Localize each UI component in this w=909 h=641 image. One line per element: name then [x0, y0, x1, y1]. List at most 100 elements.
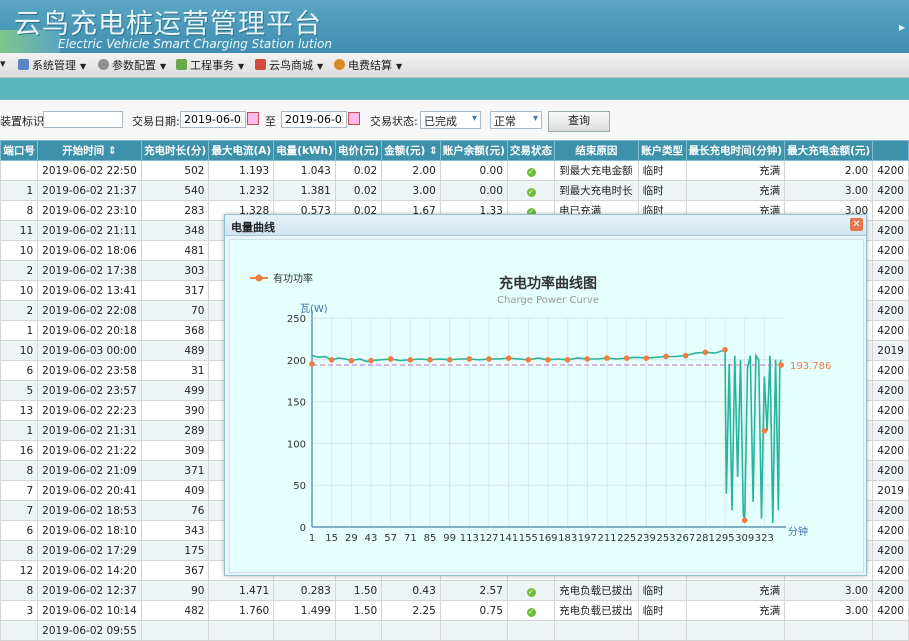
table-row[interactable]: 2019-06-02 09:55 — [0, 620, 909, 641]
table-row[interactable]: 2019-06-02 22:50 502 1.193 1.043 0.02 2.00 0.0… — [0, 160, 909, 181]
table-cell: 2.00 — [784, 160, 874, 181]
menu-params[interactable]: 参数配置 ▼ — [98, 57, 166, 73]
table-cell: 8 — [0, 580, 39, 601]
menu-label: 系统管理 — [32, 59, 76, 72]
query-button[interactable]: 查询 — [548, 111, 610, 132]
data-point — [778, 362, 784, 368]
chevron-down-icon: ▼ — [80, 62, 87, 71]
menu-bar: ▾ 系统管理 ▼ 参数配置 ▼ 工程事务 ▼ 云鸟商城 ▼ 电费结算 ▼ — [0, 53, 909, 78]
status-cell: ✓ — [506, 580, 556, 601]
cart-icon — [255, 59, 266, 70]
device-input[interactable] — [43, 111, 123, 128]
table-row[interactable]: 3 2019-06-02 10:14 482 1.760 1.499 1.50 2.25 0.… — [0, 600, 909, 621]
table-cell: 2019-06-02 18:10 — [37, 520, 142, 541]
data-point — [663, 353, 669, 360]
table-cell: 3 — [0, 600, 39, 621]
table-cell: 4200 — [872, 360, 909, 381]
table-cell: 0.75 — [439, 600, 508, 621]
table-cell: 31 — [140, 360, 210, 381]
table-cell: 0.00 — [439, 160, 508, 181]
normal-select[interactable]: 正常 ▾ — [490, 111, 542, 129]
table-cell: 4200 — [872, 220, 909, 241]
menu-engineering[interactable]: 工程事务 ▼ — [176, 57, 244, 73]
table-cell: 5 — [0, 380, 39, 401]
table-cell: 7 — [0, 500, 39, 521]
x-axis-label: 分钟 — [788, 525, 808, 538]
calendar-icon[interactable] — [348, 112, 360, 125]
column-header[interactable] — [872, 140, 909, 161]
x-tick-label: 57 — [384, 533, 397, 544]
status-select[interactable]: 已完成 ▾ — [420, 111, 481, 129]
table-cell: 2019-06-02 17:38 — [37, 260, 142, 281]
table-cell: 1.043 — [273, 160, 336, 181]
column-header[interactable]: 最大充电金额(元) — [784, 140, 874, 161]
table-cell: 2019 — [872, 480, 909, 501]
chevron-down-icon: ▾ — [471, 113, 477, 124]
table-cell: 0.02 — [334, 160, 383, 181]
x-tick-label: 141 — [499, 533, 518, 544]
y-tick-label: 50 — [293, 481, 306, 492]
column-header[interactable]: 充电时长(分) — [140, 140, 210, 161]
power-chart: 充电功率曲线图 Charge Power Curve 有功功率 0 50 100 150 20… — [250, 272, 831, 544]
table-cell: 90 — [140, 580, 210, 601]
tab-strip — [0, 78, 909, 100]
table-cell: 2.25 — [381, 600, 441, 621]
table-row[interactable]: 1 2019-06-02 21:37 540 1.232 1.381 0.02 3.00 0.… — [0, 180, 909, 201]
table-header-row: 端口号 开始时间 ⇕ 充电时长(分) 最大电流(A) 电量(kWh) 电价(元) 金额(元)… — [0, 140, 909, 161]
menu-label: 电费结算 — [348, 59, 392, 72]
y-tick-label: 200 — [287, 356, 306, 367]
column-header[interactable]: 金额(元) ⇕ — [381, 140, 441, 161]
column-header[interactable]: 账户余额(元) — [439, 140, 508, 161]
chevron-down-icon: ▼ — [317, 62, 324, 71]
x-tick-label: 15 — [325, 533, 338, 544]
menu-billing[interactable]: 电费结算 ▼ — [334, 57, 402, 73]
column-header[interactable]: 端口号 — [0, 140, 39, 161]
menu-caret-icon[interactable]: ▾ — [0, 57, 6, 70]
table-cell: 2019-06-02 20:41 — [37, 480, 142, 501]
column-header[interactable]: 账户类型 — [637, 140, 687, 161]
table-cell: 4200 — [872, 400, 909, 421]
app-header: 云鸟充电桩运营管理平台 Electric Vehicle Smart Charg… — [0, 0, 909, 53]
column-header[interactable]: 电量(kWh) — [273, 140, 336, 161]
table-row[interactable]: 8 2019-06-02 12:37 90 1.471 0.283 1.50 0.43 2.5… — [0, 580, 909, 601]
table-cell: 3.00 — [784, 180, 874, 201]
menu-system[interactable]: 系统管理 ▼ — [18, 57, 86, 73]
data-point — [486, 356, 492, 362]
table-cell — [381, 620, 441, 641]
menu-mall[interactable]: 云鸟商城 ▼ — [255, 57, 323, 73]
column-header[interactable]: 电价(元) — [334, 140, 383, 161]
x-tick-label: 253 — [656, 533, 675, 544]
x-tick-label: 309 — [735, 533, 754, 544]
table-cell: 0.43 — [381, 580, 441, 601]
table-cell: 303 — [140, 260, 210, 281]
date-to-input[interactable] — [281, 111, 347, 128]
column-header[interactable]: 交易状态 — [506, 140, 556, 161]
column-header[interactable]: 结束原因 — [554, 140, 639, 161]
system-icon — [18, 59, 29, 70]
header-more-icon[interactable]: ▸ — [899, 20, 905, 34]
table-cell: 充满 — [685, 160, 786, 181]
app-subtitle: Electric Vehicle Smart Charging Station … — [58, 37, 333, 51]
date-from-input[interactable] — [180, 111, 246, 128]
table-cell — [439, 620, 508, 641]
dialog-titlebar: 电量曲线 ✕ — [225, 215, 866, 236]
column-header[interactable]: 开始时间 ⇕ — [37, 140, 142, 161]
table-cell: 3.00 — [784, 600, 874, 621]
table-cell: 2 — [0, 300, 39, 321]
table-cell — [0, 620, 39, 641]
calendar-icon[interactable] — [247, 112, 259, 125]
table-cell: 368 — [140, 320, 210, 341]
table-cell: 343 — [140, 520, 210, 541]
x-tick-label: 281 — [696, 533, 715, 544]
table-cell — [140, 620, 210, 641]
table-cell: 2019-06-02 21:37 — [37, 180, 142, 201]
menu-label: 云鸟商城 — [269, 59, 313, 72]
chart-subtitle: Charge Power Curve — [497, 295, 599, 306]
table-cell: 16 — [0, 440, 39, 461]
y-axis-label: 瓦(W) — [300, 304, 328, 315]
table-cell: 4200 — [872, 160, 909, 181]
column-header[interactable]: 最长充电时间(分钟) — [685, 140, 786, 161]
close-icon[interactable]: ✕ — [850, 218, 863, 231]
status-cell: ✓ — [506, 160, 556, 181]
column-header[interactable]: 最大电流(A) — [208, 140, 275, 161]
